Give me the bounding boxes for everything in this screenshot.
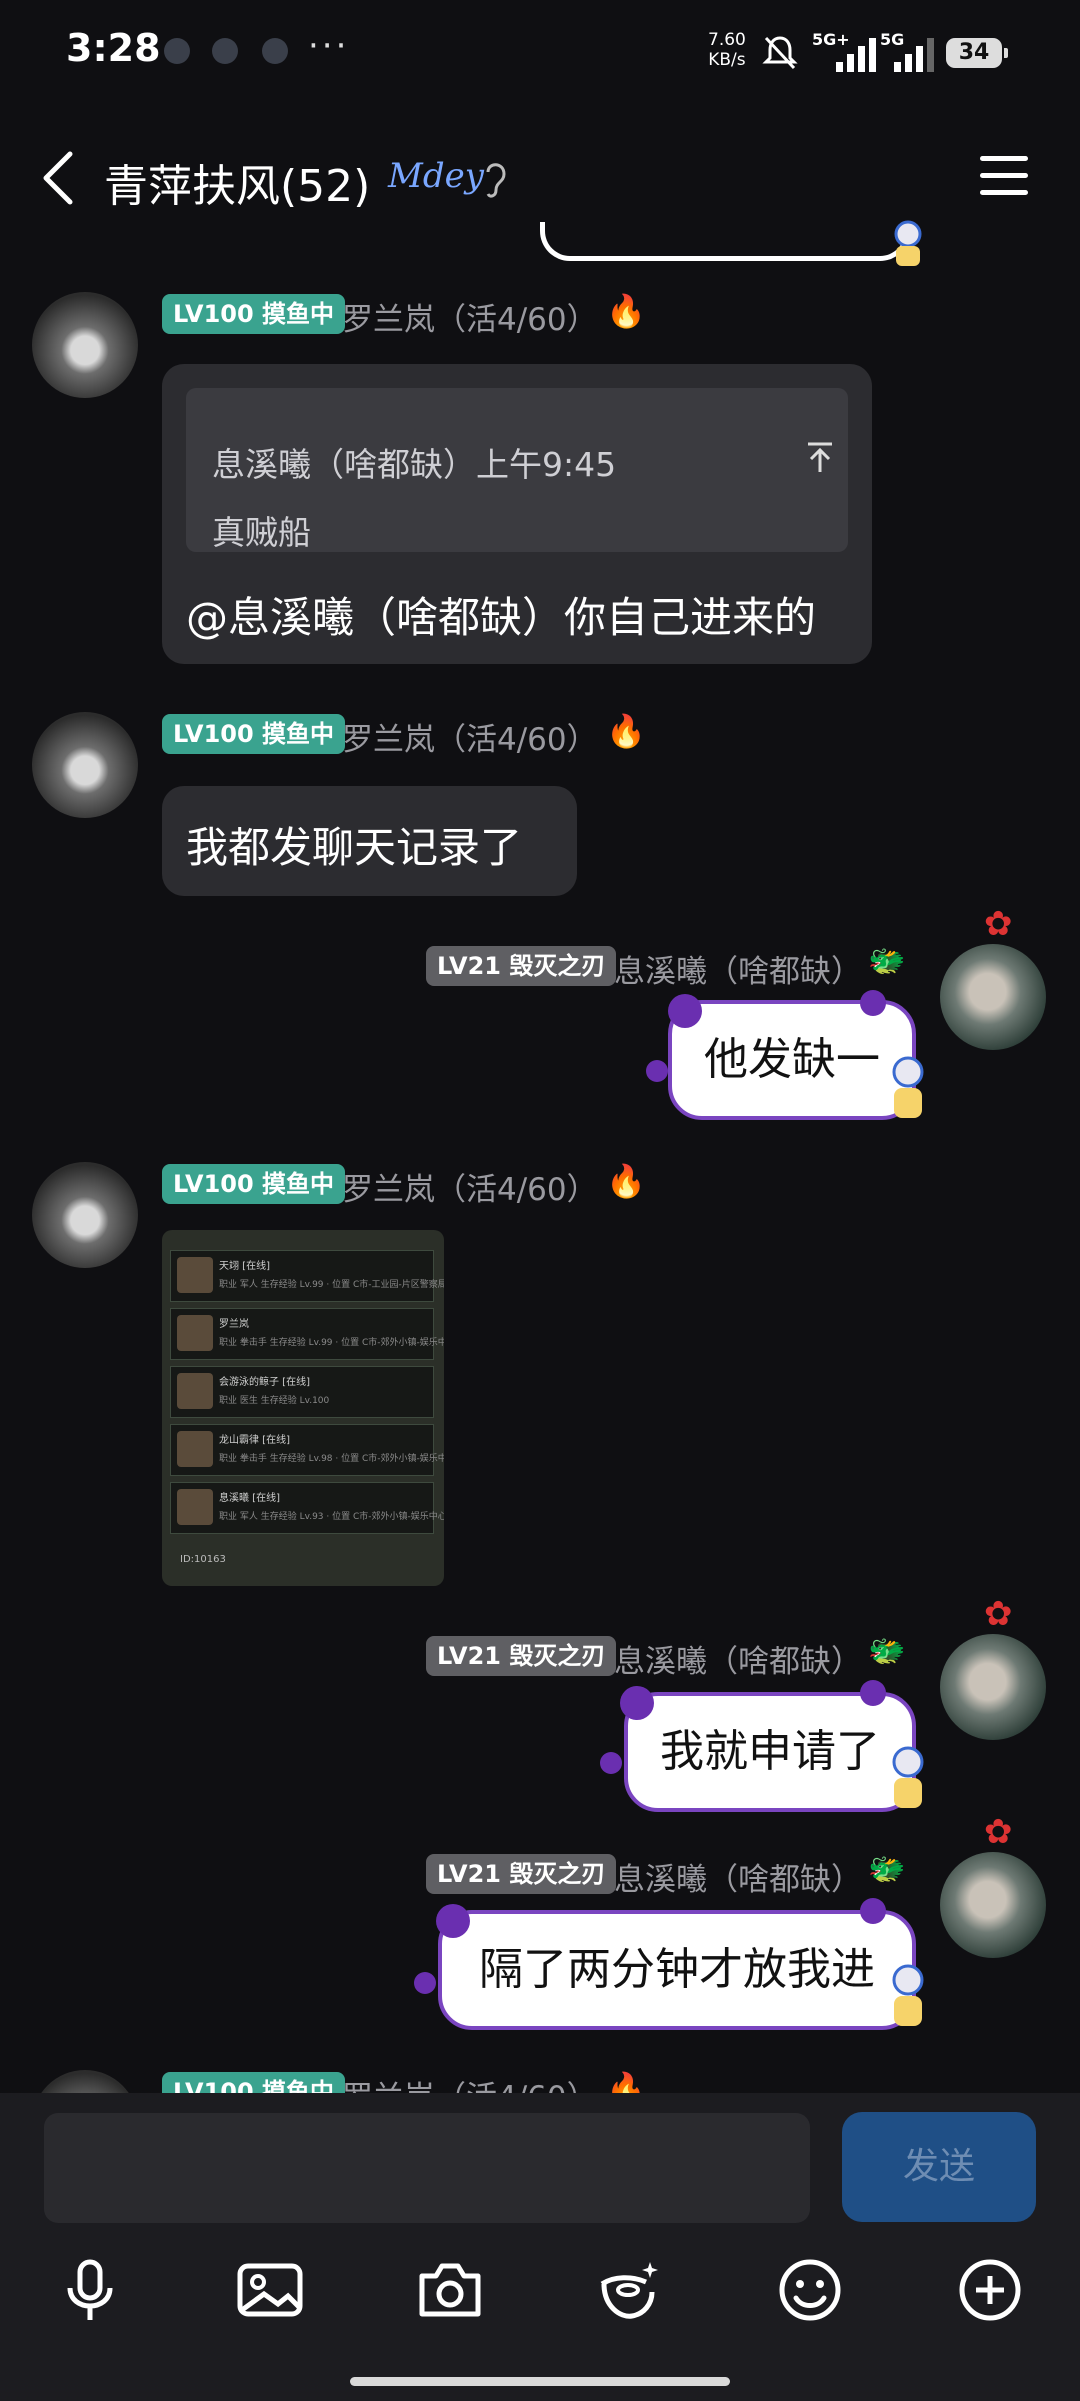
page-title: 青萍扶风(52) [104,161,371,212]
level-badge: LV100 摸鱼中 [162,714,346,754]
image-row-detail: 职业 医生 生存经验 Lv.100 [219,1396,330,1406]
level-badge: LV21 毁灭之刃 [426,1636,617,1676]
home-indicator[interactable] [350,2377,730,2386]
flame-icon: 🔥 [606,712,646,750]
quote-header: 息溪曦（啥都缺）上午9:45 [212,445,617,484]
virus-decor-icon [668,994,702,1028]
level-badge: LV100 摸鱼中 [162,294,346,334]
dragon-badge-icon: 🐲 [868,1852,906,1887]
image-row-name: 罗兰岚 [219,1319,249,1330]
avatar[interactable] [940,944,1046,1050]
dragon-badge-icon: 🐲 [868,1634,906,1669]
status-bar: 3:28 ··· 7.60 KB/s 5G+ 5G 34 [0,0,1080,110]
virus-decor-icon [860,1680,886,1706]
avatar[interactable] [32,1162,138,1268]
signal1-bars-icon [836,36,876,72]
image-row-name: 会游泳的鲸子 [在线] [219,1377,310,1388]
input-toolbar [0,2233,1080,2401]
flower-icon: ✿ [984,1594,1013,1634]
send-button[interactable]: 发送 [842,2112,1036,2222]
signal2-bars-icon [894,36,934,72]
image-row-detail: 职业 军人 生存经验 Lv.99 · 位置 C市-工业园-片区警察局 [219,1280,444,1290]
image-row-detail: 职业 拳击手 生存经验 Lv.99 · 位置 C市-郊外小镇-娱乐中心 [219,1338,444,1348]
flame-icon: 🔥 [606,292,646,330]
image-message[interactable]: 天翊 [在线] 职业 军人 生存经验 Lv.99 · 位置 C市-工业园-片区警察… [162,1230,444,1586]
message-text: 我就申请了 [660,1726,880,1777]
mascot-icon [880,1744,936,1814]
mute-bell-icon [762,36,798,70]
sticker-message-bubble[interactable]: 他发缺一 [668,1000,916,1120]
flower-icon: ✿ [984,1812,1013,1852]
level-badge: LV21 毁灭之刃 [426,1854,617,1894]
dragon-badge-icon: 🐲 [868,944,906,979]
message-text: @息溪曦（啥都缺）你自己进来的 [186,593,817,642]
camera-icon[interactable] [414,2254,486,2326]
avatar[interactable] [32,712,138,818]
sender-name[interactable]: 息溪曦（啥都缺） [614,946,862,991]
jump-to-message-icon[interactable] [802,440,838,476]
message-text: 隔了两分钟才放我进 [479,1944,875,1995]
flower-icon: ✿ [984,904,1013,944]
quoted-message[interactable]: 息溪曦（啥都缺）上午9:45 真贼船 [186,388,848,552]
virus-decor-icon [414,1972,436,1994]
virus-decor-icon [860,990,886,1016]
status-time: 3:28 [66,26,161,70]
image-row-detail: 职业 拳击手 生存经验 Lv.98 · 位置 C市-郊外小镇-娱乐中心 [219,1454,444,1464]
brand-logo: Mdey [388,156,484,196]
mascot-icon [880,220,936,270]
magic-face-icon[interactable] [592,2254,664,2326]
virus-decor-icon [646,1060,668,1082]
sender-name[interactable]: 罗兰岚（活4/60） [342,294,598,339]
avatar[interactable] [940,1634,1046,1740]
emoji-icon[interactable] [774,2254,846,2326]
sticker-message-bubble[interactable]: 我就申请了 [624,1692,916,1812]
tiktok-notification-icon [164,38,190,64]
app-notification-icon [212,38,238,64]
image-icon[interactable] [234,2254,306,2326]
image-row-name: 天翊 [在线] [219,1261,270,1272]
message-bubble[interactable]: 我都发聊天记录了 [162,786,577,896]
more-notifications-icon: ··· [308,26,350,66]
message-text: 我都发聊天记录了 [186,823,523,872]
image-row-name: 息溪曦 [在线] [219,1493,280,1504]
scrolled-sticker-bubble [540,222,910,261]
message-text: 他发缺一 [704,1034,880,1085]
mascot-icon [880,1054,936,1124]
virus-decor-icon [860,1898,886,1924]
sender-name[interactable]: 息溪曦（啥都缺） [614,1854,862,1899]
image-footer: ID:10163 [180,1554,226,1565]
back-arrow-icon[interactable] [38,148,78,208]
level-badge: LV21 毁灭之刃 [426,946,617,986]
message-input[interactable] [44,2113,810,2223]
sender-name[interactable]: 息溪曦（啥都缺） [614,1636,862,1681]
battery-indicator: 34 [946,38,1008,68]
image-row-detail: 职业 军人 生存经验 Lv.93 · 位置 C市-郊外小镇-娱乐中心 [219,1512,444,1522]
level-badge: LV100 摸鱼中 [162,1164,346,1204]
sender-name[interactable]: 罗兰岚（活4/60） [342,1164,598,1209]
image-row-name: 龙山霸律 [在线] [219,1435,290,1446]
avatar[interactable] [32,292,138,398]
message-bubble[interactable]: 息溪曦（啥都缺）上午9:45 真贼船 @息溪曦（啥都缺）你自己进来的 [162,364,872,664]
network-speed: 7.60 KB/s [708,30,746,70]
quote-text: 真贼船 [212,513,311,552]
virus-decor-icon [436,1904,470,1938]
mascot-icon [880,1962,936,2032]
plus-icon[interactable] [954,2254,1026,2326]
sender-name[interactable]: 罗兰岚（活4/60） [342,714,598,759]
ear-icon[interactable] [480,156,510,202]
sticker-message-bubble[interactable]: 隔了两分钟才放我进 [438,1910,916,2030]
menu-icon[interactable] [980,156,1030,196]
virus-decor-icon [600,1752,622,1774]
app-notification-icon-2 [262,38,288,64]
network-speed-value: 7.60 [708,30,746,50]
flame-icon: 🔥 [606,1162,646,1200]
microphone-icon[interactable] [54,2254,126,2326]
network-speed-unit: KB/s [708,50,746,70]
virus-decor-icon [620,1686,654,1720]
avatar[interactable] [940,1852,1046,1958]
